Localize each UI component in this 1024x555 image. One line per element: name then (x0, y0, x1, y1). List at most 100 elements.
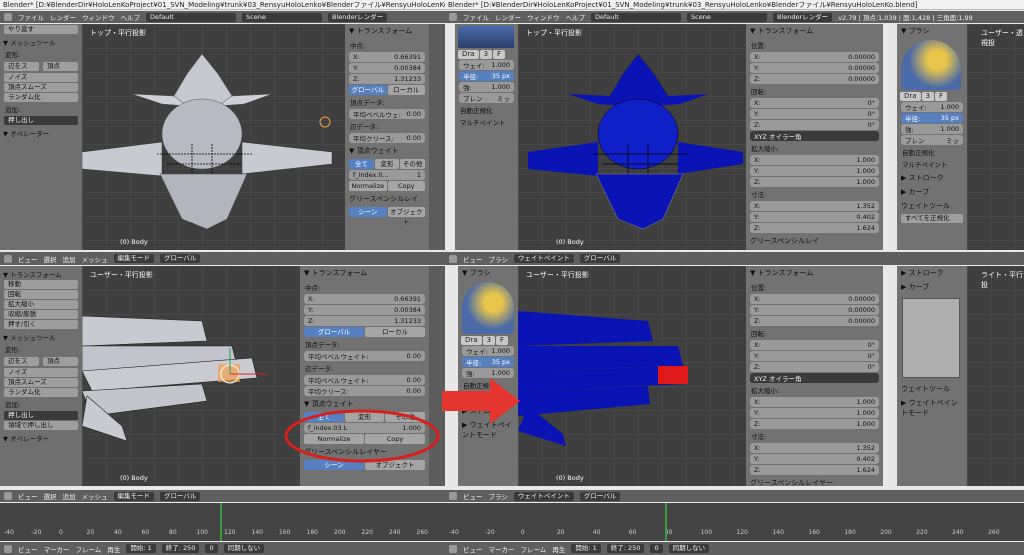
render-engine-select[interactable]: Blenderレンダー (328, 12, 388, 22)
sync-mode-select[interactable]: 同期しない (223, 544, 265, 553)
menu-render[interactable]: レンダー (495, 12, 521, 22)
operator-header[interactable]: ▼ オペレーター (3, 128, 79, 138)
brush-preview[interactable] (458, 26, 514, 48)
menu-window[interactable]: ウィンドウ (527, 12, 560, 22)
viewport-top-right[interactable]: トップ・平行投影 (0) Body (518, 24, 746, 250)
rotation-x[interactable]: X: 0° (750, 340, 879, 350)
transform-header[interactable]: ▼ トランスフォーム (345, 24, 429, 38)
mesh-tools-header[interactable]: ▼ メッシュツール (3, 37, 79, 47)
menu-brush[interactable]: ブラシ (489, 491, 508, 501)
menu-brush[interactable]: ブラシ (489, 254, 508, 264)
rotation-y[interactable]: Y: 0° (750, 351, 879, 361)
menu-frame[interactable]: フレーム (521, 544, 547, 554)
operator-header[interactable]: ▼ オペレーター (3, 433, 79, 443)
rotation-z[interactable]: Z: 0° (750, 362, 879, 372)
rotate-button[interactable]: 回転 (4, 290, 78, 299)
scale-button[interactable]: 拡大縮小 (4, 300, 78, 309)
menu-render[interactable]: レンダー (50, 12, 76, 22)
weight-tools-header[interactable]: ウェイトツール (897, 382, 967, 396)
layout-selector[interactable]: Default (146, 12, 236, 22)
menu-view[interactable]: ビュー (463, 544, 483, 554)
menu-view[interactable]: ビュー (18, 254, 38, 264)
vertex-slide-button[interactable]: 頂点 (43, 357, 78, 366)
menu-view[interactable]: ビュー (18, 544, 38, 554)
location-y[interactable]: Y: 0.00000 (750, 63, 879, 73)
location-z[interactable]: Z: 0.00000 (750, 74, 879, 84)
stroke-header[interactable]: ▶ ストローク (897, 266, 967, 280)
normalize-all-button[interactable]: すべてを正規化 (901, 214, 963, 223)
menu-window[interactable]: ウィンドウ (82, 12, 115, 22)
mode-select[interactable]: ウェイトペイント (513, 254, 574, 263)
slide-edge-button[interactable]: 辺をス (4, 62, 39, 71)
mean-bevel-weight-field[interactable]: 平均ベベルウェイト: 0.00 (304, 351, 425, 361)
hand-mesh-grey[interactable] (82, 266, 300, 486)
current-frame-marker[interactable] (220, 503, 222, 541)
tab-deform[interactable]: 変形 (374, 159, 400, 169)
hand-mesh-weight[interactable] (518, 266, 746, 486)
transform-header[interactable]: ▼ トランスフォーム (746, 266, 883, 280)
menu-marker[interactable]: マーカー (489, 544, 515, 554)
menu-mesh[interactable]: メッシュ (82, 254, 108, 264)
noise-button[interactable]: ノイズ (4, 368, 78, 377)
viewport-bottom-right[interactable]: ユーザー・平行投影 (0) Body (518, 266, 746, 486)
tab-all[interactable]: 全て (349, 159, 374, 169)
brush-name-field[interactable]: Dra (461, 336, 482, 345)
orientation-select[interactable]: グローバル (160, 254, 201, 263)
dimension-y[interactable]: Y: 0.402 (750, 212, 879, 222)
menu-frame[interactable]: フレーム (76, 544, 102, 554)
extrude-dropdown[interactable]: 押し出し (4, 116, 78, 125)
fake-user-toggle[interactable]: F (496, 336, 509, 345)
menu-help[interactable]: ヘルプ (121, 12, 141, 22)
start-frame-field[interactable]: 開始: 1 (571, 544, 601, 553)
randomize-button[interactable]: ランダム化 (4, 388, 78, 397)
slide-edge-button[interactable]: 辺をス (4, 357, 39, 366)
transform-tools-header[interactable]: ▼ トランスフォーム (3, 269, 79, 279)
move-button[interactable]: 移動 (4, 280, 78, 289)
menu-select[interactable]: 選択 (44, 254, 57, 264)
rotation-mode-select[interactable]: XYZ オイラー角 (750, 373, 879, 383)
menu-select[interactable]: 選択 (44, 491, 57, 501)
local-toggle[interactable]: ローカル (365, 327, 425, 337)
curve-header[interactable]: ▶ カーブ (897, 185, 967, 199)
scale-x[interactable]: X: 1.000 (750, 155, 879, 165)
rotation-mode-select[interactable]: XYZ オイラー角 (750, 131, 879, 141)
mean-crease-field[interactable]: 平均クリース: 0.00 (304, 386, 425, 396)
end-frame-field[interactable]: 終了: 250 (606, 544, 645, 553)
menu-playback[interactable]: 再生 (107, 544, 120, 554)
brush-header[interactable]: ▼ ブラシ (458, 266, 518, 280)
dimension-x[interactable]: X: 1.352 (750, 201, 879, 211)
editor-type-icon[interactable] (449, 492, 457, 500)
grease-pencil-header[interactable]: グリースペンシルレイ (345, 192, 429, 206)
tab-object[interactable]: オブジェクト (387, 207, 425, 226)
editor-type-icon[interactable] (4, 544, 12, 553)
menu-mesh[interactable]: メッシュ (82, 491, 108, 501)
copy-button[interactable]: Copy (387, 181, 425, 191)
mode-select[interactable]: ウェイトペイント (513, 491, 574, 501)
mesh-tools-header[interactable]: ▼ メッシュツール (3, 332, 79, 342)
layout-selector[interactable]: Default (591, 12, 681, 22)
brush-weight-field[interactable]: ウェイ: 1.000 (462, 346, 514, 356)
menu-add[interactable]: 追加 (63, 254, 76, 264)
brush-strength-field[interactable]: 強: 1.000 (459, 82, 514, 92)
randomize-button[interactable]: ランダム化 (4, 93, 78, 102)
brush-strength-field[interactable]: 強: 1.000 (901, 124, 963, 134)
scale-x[interactable]: X: 1.000 (750, 397, 879, 407)
location-x[interactable]: X: 0.00000 (750, 294, 879, 304)
render-engine-select[interactable]: Blenderレンダー (773, 12, 833, 22)
brush-blend-select[interactable]: ブレン ミッ (459, 93, 514, 103)
mesh-model-weight-blue[interactable] (518, 24, 746, 250)
median-z-field[interactable]: Z: 1.31233 (304, 316, 425, 326)
vertex-group-row[interactable]: f_index.0... 1 (349, 170, 425, 180)
viewport-top-left[interactable]: トップ・平行投影 (0) Body (82, 24, 345, 250)
auto-normalize-checkbox[interactable]: 自動正規化 (460, 105, 513, 115)
grease-pencil-header[interactable]: グリースペンシルレイ (746, 234, 883, 248)
median-z-field[interactable]: Z: 1.31233 (349, 74, 425, 84)
current-frame-marker[interactable] (665, 503, 667, 541)
multi-paint-checkbox[interactable]: マルチペイント (460, 117, 513, 127)
menu-view[interactable]: ビュー (463, 491, 483, 501)
vertex-slide-button[interactable]: 頂点 (43, 62, 78, 71)
brush-blend-select[interactable]: ブレン ミッ (901, 135, 963, 145)
extrude-region-button[interactable]: 領域で押し出し (4, 421, 78, 430)
orientation-select[interactable]: グローバル (579, 254, 621, 263)
menu-view[interactable]: ビュー (463, 254, 483, 264)
